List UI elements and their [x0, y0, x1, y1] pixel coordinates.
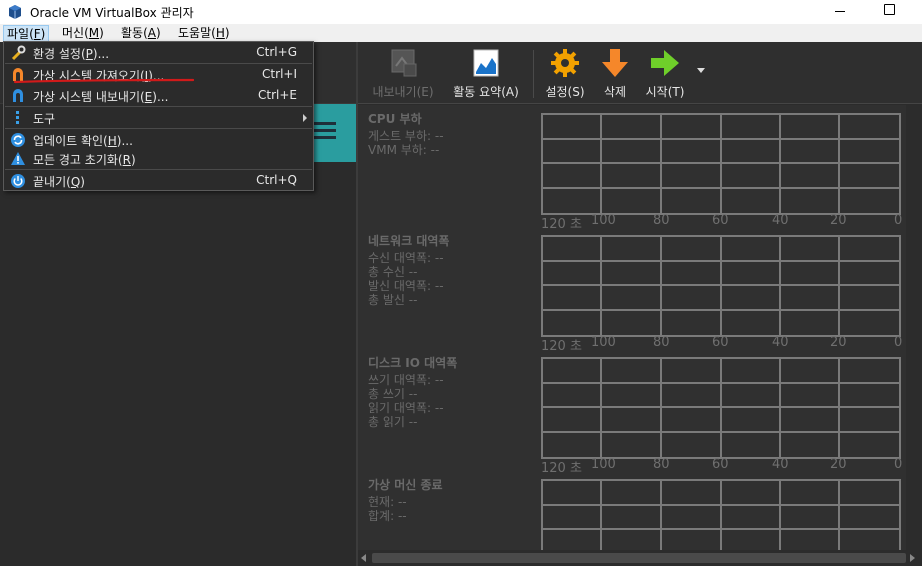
- window-title: Oracle VM VirtualBox 관리자: [30, 6, 194, 20]
- tools-icon: [16, 111, 19, 124]
- menu-item-check-updates[interactable]: 업데이트 확인(H)...: [4, 129, 313, 150]
- start-button[interactable]: 시작(T): [640, 46, 690, 102]
- disk-time-axis: 120 초 100 80 60 40 20 0: [541, 457, 903, 476]
- toolbar-separator: [533, 50, 534, 98]
- cpu-guest-load: 게스트 부하: --: [368, 129, 444, 143]
- performance-monitor: CPU 부하 게스트 부하: -- VMM 부하: -- 120 초 100 8…: [358, 105, 922, 550]
- warning-icon: [11, 152, 25, 165]
- update-icon: [11, 133, 25, 147]
- horizontal-scrollbar[interactable]: [358, 550, 922, 566]
- export-button[interactable]: 내보내기(E): [364, 46, 442, 102]
- vm-exits-title: 가상 머신 종료: [368, 478, 443, 492]
- settings-label: 설정(S): [545, 85, 585, 99]
- network-bandwidth-title: 네트워크 대역폭: [368, 234, 450, 248]
- network-rx-rate: 수신 대역폭: --: [368, 251, 444, 265]
- title-bar: Oracle VM VirtualBox 관리자: [0, 0, 922, 24]
- disk-io-graph: [541, 357, 901, 459]
- power-icon: [11, 174, 25, 188]
- cpu-load-graph: [541, 113, 901, 215]
- start-options-chevron-icon[interactable]: [697, 68, 705, 73]
- menu-activity[interactable]: 활동(A): [118, 25, 164, 42]
- menu-help[interactable]: 도움말(H): [175, 25, 233, 42]
- menu-file[interactable]: 파일(F): [3, 25, 50, 42]
- network-tx-rate: 발신 대역폭: --: [368, 279, 444, 293]
- activity-summary-button[interactable]: 활동 요약(A): [446, 46, 526, 102]
- export-label: 내보내기(E): [372, 85, 434, 99]
- virtualbox-logo-icon: [9, 5, 21, 19]
- vm-exits-panel: 가상 머신 종료 현재: -- 합계: --: [358, 471, 922, 550]
- network-rx-total: 총 수신 --: [368, 265, 418, 279]
- delete-label: 삭제: [603, 85, 627, 99]
- shortcut-label: Ctrl+Q: [256, 173, 297, 187]
- tools-list-icon: [314, 122, 336, 143]
- network-bandwidth-graph: [541, 235, 901, 337]
- menu-machine[interactable]: 머신(M): [59, 25, 107, 42]
- arrow-right-icon: [651, 50, 679, 76]
- cpu-load-title: CPU 부하: [368, 112, 422, 126]
- scroll-left-arrow-icon[interactable]: [361, 554, 366, 562]
- vm-exits-graph: [541, 479, 901, 550]
- network-tx-total: 총 발신 --: [368, 293, 418, 307]
- menu-item-exit[interactable]: 끝내기(Q) Ctrl+Q: [4, 170, 313, 191]
- cpu-load-panel: CPU 부하 게스트 부하: -- VMM 부하: -- 120 초 100 8…: [358, 105, 922, 232]
- activity-chart-icon: [473, 49, 499, 77]
- menu-item-export-appliance[interactable]: 가상 시스템 내보내기(E)... Ctrl+E: [4, 85, 313, 106]
- start-label: 시작(T): [645, 85, 685, 99]
- activity-summary-label: 활동 요약(A): [453, 85, 519, 99]
- vm-exits-total: 합계: --: [368, 509, 407, 523]
- shortcut-label: Ctrl+I: [262, 67, 297, 81]
- red-annotation-underline: [14, 78, 194, 84]
- disk-write-rate: 쓰기 대역폭: --: [368, 373, 444, 387]
- gear-icon: [551, 49, 579, 77]
- settings-button[interactable]: 설정(S): [540, 46, 590, 102]
- export-appliance-icon: [13, 89, 23, 102]
- wrench-icon: [11, 45, 26, 61]
- scroll-right-arrow-icon[interactable]: [910, 554, 915, 562]
- menu-item-tools[interactable]: 도구: [4, 107, 313, 128]
- menu-item-reset-warnings[interactable]: 모든 경고 초기화(R): [4, 148, 313, 169]
- network-bandwidth-panel: 네트워크 대역폭 수신 대역폭: -- 총 수신 -- 발신 대역폭: -- 총…: [358, 227, 922, 354]
- submenu-arrow-icon: [303, 114, 307, 122]
- delete-button[interactable]: 삭제: [594, 46, 636, 102]
- file-menu-dropdown: 환경 설정(P)... Ctrl+G 가상 시스템 가져오기(I)... Ctr…: [3, 41, 314, 191]
- arrow-down-icon: [602, 49, 628, 77]
- shortcut-label: Ctrl+G: [256, 45, 297, 59]
- maximize-button[interactable]: [868, 0, 912, 24]
- shortcut-label: Ctrl+E: [258, 88, 297, 102]
- menu-item-preferences[interactable]: 환경 설정(P)... Ctrl+G: [4, 42, 313, 63]
- disk-io-title: 디스크 IO 대역폭: [368, 356, 458, 370]
- disk-io-panel: 디스크 IO 대역폭 쓰기 대역폭: -- 총 쓰기 -- 읽기 대역폭: --…: [358, 349, 922, 476]
- disk-read-rate: 읽기 대역폭: --: [368, 401, 444, 415]
- minimize-button[interactable]: [818, 0, 862, 24]
- menu-bar: 파일(F) 머신(M) 활동(A) 도움말(H): [0, 24, 922, 42]
- scroll-thumb[interactable]: [372, 553, 906, 563]
- disk-read-total: 총 읽기 --: [368, 415, 418, 429]
- vertical-scrollbar[interactable]: [906, 105, 922, 550]
- cpu-time-axis: 120 초 100 80 60 40 20 0: [541, 213, 903, 232]
- cpu-vmm-load: VMM 부하: --: [368, 143, 440, 157]
- export-icon: [391, 49, 417, 77]
- vm-exits-current: 현재: --: [368, 495, 407, 509]
- network-time-axis: 120 초 100 80 60 40 20 0: [541, 335, 903, 354]
- disk-write-total: 총 쓰기 --: [368, 387, 418, 401]
- main-toolbar: 내보내기(E) 활동 요약(A) 설정(S) 삭제 시작(T): [358, 42, 922, 104]
